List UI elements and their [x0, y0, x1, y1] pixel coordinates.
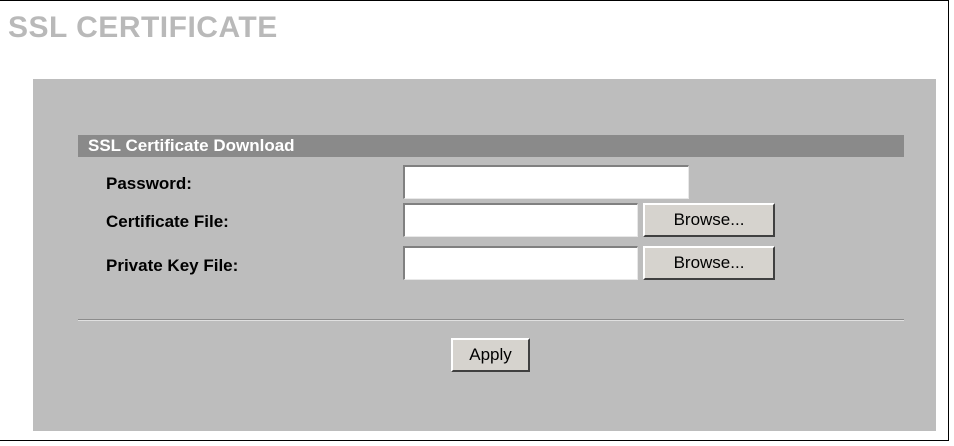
password-input[interactable]	[403, 165, 689, 199]
main-frame: SSL CERTIFICATE SSL Certificate Download…	[0, 0, 949, 441]
settings-panel: SSL Certificate Download Password: Certi…	[33, 79, 936, 431]
certificate-file-label: Certificate File:	[106, 212, 229, 231]
section-divider	[78, 319, 904, 321]
private-key-file-input[interactable]	[403, 246, 638, 280]
private-key-file-label: Private Key File:	[106, 256, 239, 275]
section-header: SSL Certificate Download	[78, 135, 904, 157]
certificate-browse-button[interactable]: Browse...	[643, 203, 775, 237]
page-title: SSL CERTIFICATE	[8, 11, 278, 44]
password-label: Password:	[106, 174, 192, 193]
apply-button[interactable]: Apply	[451, 338, 530, 372]
certificate-file-input[interactable]	[403, 203, 638, 237]
private-key-browse-button[interactable]: Browse...	[643, 246, 775, 280]
